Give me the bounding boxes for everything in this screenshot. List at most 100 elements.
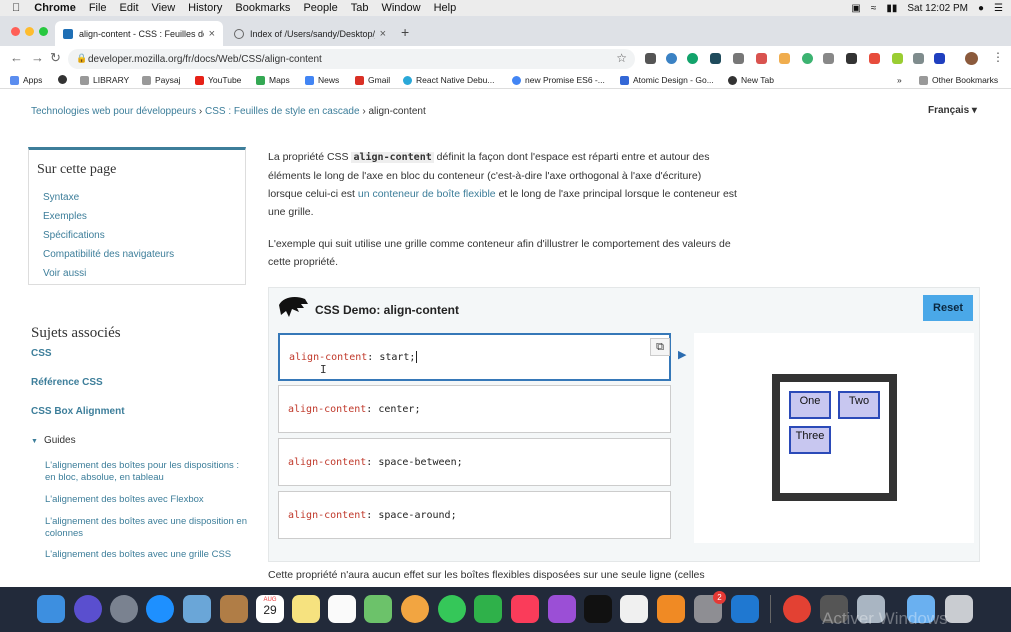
extension-11-icon[interactable] <box>892 53 903 64</box>
guide-link[interactable]: L'alignement des boîtes avec Flexbox <box>45 494 250 506</box>
extension-pen-icon[interactable] <box>645 53 656 64</box>
contacts-icon[interactable] <box>220 595 248 623</box>
extension-8-icon[interactable] <box>823 53 834 64</box>
extension-5-icon[interactable] <box>756 53 767 64</box>
extension-7-icon[interactable] <box>802 53 813 64</box>
screen-icon[interactable]: ▣ <box>851 3 860 14</box>
bookmarks-overflow[interactable]: » <box>897 75 902 85</box>
zoom-window-button[interactable] <box>39 27 48 36</box>
reload-icon[interactable]: ↻ <box>50 50 61 66</box>
menu-people[interactable]: People <box>303 2 337 14</box>
tab-active[interactable]: align-content - CSS : Feuilles de × <box>55 21 223 46</box>
bookmark-maps[interactable]: Maps <box>256 75 290 85</box>
breadcrumb-link[interactable]: CSS : Feuilles de style en cascade <box>205 106 360 117</box>
guide-link[interactable]: L'alignement des boîtes pour les disposi… <box>45 460 250 484</box>
menu-file[interactable]: File <box>89 2 107 14</box>
new-tab-button[interactable]: + <box>401 24 409 40</box>
related-link-box-alignment[interactable]: CSS Box Alignment <box>31 406 125 417</box>
bookmark-youtube[interactable]: YouTube <box>195 75 241 85</box>
guide-link[interactable]: L'alignement des boîtes avec une grille … <box>45 549 250 561</box>
extension-10-icon[interactable] <box>869 53 880 64</box>
bookmark-promise[interactable]: new Promise ES6 -... <box>512 75 605 85</box>
menu-edit[interactable]: Edit <box>120 2 139 14</box>
tab-close-icon[interactable]: × <box>380 28 386 40</box>
podcasts-icon[interactable] <box>548 595 576 623</box>
facetime-icon[interactable] <box>474 595 502 623</box>
clock[interactable]: Sat 12:02 PM <box>907 3 968 14</box>
menu-help[interactable]: Help <box>434 2 457 14</box>
address-bar[interactable]: 🔒 developer.mozilla.org/fr/docs/Web/CSS/… <box>68 49 635 69</box>
menu-dots-icon[interactable]: ⋮ <box>992 50 1004 64</box>
apple-icon[interactable]:  <box>12 2 20 14</box>
menu-chrome[interactable]: Chrome <box>34 2 76 14</box>
menu-view[interactable]: View <box>152 2 176 14</box>
chrome-icon[interactable] <box>783 595 811 623</box>
toc-link-exemples[interactable]: Exemples <box>43 211 87 222</box>
guides-toggle[interactable]: ▼ Guides <box>31 435 76 446</box>
profile-avatar[interactable] <box>965 52 978 65</box>
menu-history[interactable]: History <box>188 2 222 14</box>
minimize-window-button[interactable] <box>25 27 34 36</box>
bookmark-new-tab[interactable]: New Tab <box>728 75 774 85</box>
copy-icon[interactable]: ⧉ <box>650 338 670 356</box>
extension-9-icon[interactable] <box>846 53 857 64</box>
code-choice-start[interactable]: align-content: start; ⧉ I <box>278 333 671 381</box>
toc-link-specifications[interactable]: Spécifications <box>43 230 105 241</box>
user-icon[interactable]: ● <box>978 3 984 14</box>
books-icon[interactable] <box>657 595 685 623</box>
bookmark-apps[interactable]: Apps <box>10 75 42 85</box>
language-selector[interactable]: Français ▾ <box>928 105 977 116</box>
extension-3-icon[interactable] <box>710 53 721 64</box>
close-window-button[interactable] <box>11 27 20 36</box>
maps-icon[interactable] <box>364 595 392 623</box>
bookmark-globe[interactable] <box>58 75 71 84</box>
reset-button[interactable]: Reset <box>923 295 973 321</box>
safari-icon[interactable] <box>146 595 174 623</box>
star-icon[interactable]: ☆ <box>616 51 627 65</box>
bookmark-news[interactable]: News <box>305 75 339 85</box>
extension-1-icon[interactable] <box>666 53 677 64</box>
extension-6-icon[interactable] <box>779 53 790 64</box>
extension-12-icon[interactable] <box>913 53 924 64</box>
code-choice-space-around[interactable]: align-content: space-around; <box>278 491 671 539</box>
forward-icon[interactable]: → <box>31 50 44 65</box>
notes-icon[interactable] <box>292 595 320 623</box>
finder-icon[interactable] <box>37 595 65 623</box>
battery-icon[interactable]: ▮▮ <box>886 3 897 14</box>
messages-icon[interactable] <box>438 595 466 623</box>
tab-close-icon[interactable]: × <box>209 28 215 40</box>
extension-2-icon[interactable] <box>687 53 698 64</box>
breadcrumb-link[interactable]: Technologies web pour développeurs <box>31 106 196 117</box>
wifi-icon[interactable]: ≈ <box>871 3 877 14</box>
tab-inactive[interactable]: Index of /Users/sandy/Desktop/j × <box>226 21 394 46</box>
calendar-icon[interactable]: AUG 29 <box>256 595 284 623</box>
trash-icon[interactable] <box>945 595 973 623</box>
code-choice-space-between[interactable]: align-content: space-between; <box>278 438 671 486</box>
back-icon[interactable]: ← <box>10 50 23 65</box>
code-choice-center[interactable]: align-content: center; <box>278 385 671 433</box>
extension-13-icon[interactable] <box>934 53 945 64</box>
bookmark-other[interactable]: Other Bookmarks <box>919 75 998 85</box>
bookmark-library[interactable]: LIBRARY <box>80 75 129 85</box>
reminders-icon[interactable] <box>328 595 356 623</box>
menu-window[interactable]: Window <box>381 2 420 14</box>
flexbox-container-link[interactable]: un conteneur de boîte flexible <box>358 188 496 200</box>
apple-tv-icon[interactable] <box>584 595 612 623</box>
guide-link[interactable]: L'alignement des boîtes avec une disposi… <box>45 516 250 540</box>
launchpad-icon[interactable] <box>110 595 138 623</box>
toc-link-voir-aussi[interactable]: Voir aussi <box>43 268 86 279</box>
vscode-icon[interactable] <box>731 595 759 623</box>
bookmark-react-native[interactable]: React Native Debu... <box>403 75 494 85</box>
toc-link-compatibilite[interactable]: Compatibilité des navigateurs <box>43 249 174 260</box>
siri-icon[interactable] <box>74 595 102 623</box>
system-preferences-icon[interactable]: 2 <box>694 591 726 623</box>
photos-icon[interactable] <box>401 595 429 623</box>
mail-icon[interactable] <box>183 595 211 623</box>
news-app-icon[interactable] <box>620 595 648 623</box>
bookmark-atomic[interactable]: Atomic Design - Go... <box>620 75 714 85</box>
bookmark-gmail[interactable]: Gmail <box>355 75 390 85</box>
toc-link-syntaxe[interactable]: Syntaxe <box>43 192 79 203</box>
menu-bookmarks[interactable]: Bookmarks <box>235 2 290 14</box>
list-icon[interactable]: ☰ <box>994 3 1003 14</box>
related-link-reference[interactable]: Référence CSS <box>31 377 103 388</box>
